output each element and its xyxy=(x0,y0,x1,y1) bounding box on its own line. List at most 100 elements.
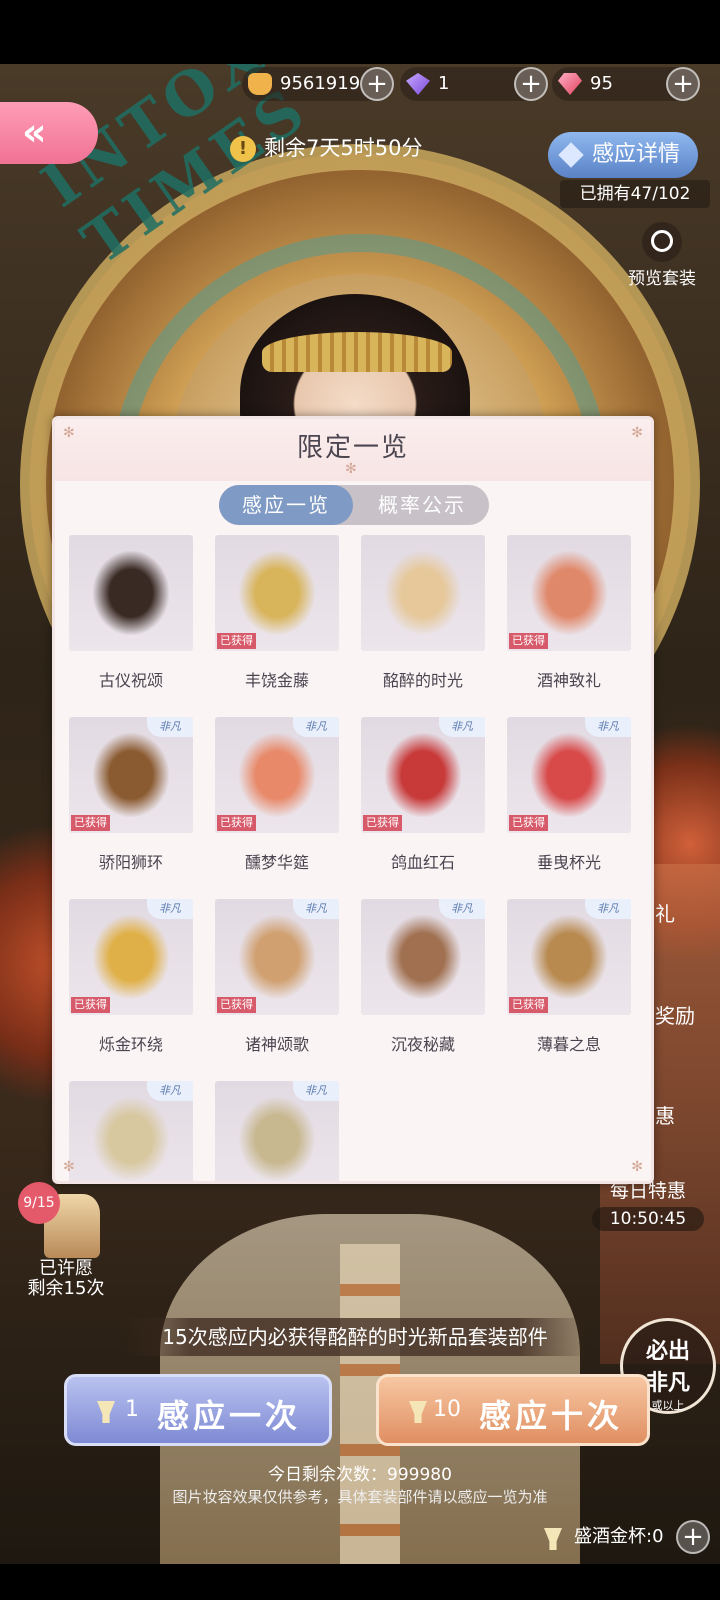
snowflake-icon: ✻ xyxy=(631,1159,643,1175)
obtained-badge: 已获得 xyxy=(71,997,110,1013)
item-frame: 非凡 xyxy=(69,1081,193,1181)
rarity-badge: 非凡 xyxy=(147,717,193,737)
snowflake-icon: ✻ xyxy=(345,461,357,477)
rarity-badge: 非凡 xyxy=(293,899,339,919)
preview-outfit-button[interactable]: 预览套装 xyxy=(612,222,712,292)
item-name: 诸神颂歌 xyxy=(244,1035,309,1054)
item-card[interactable]: 非凡沉夜秘藏 xyxy=(361,899,485,1054)
add-gems-button[interactable]: + xyxy=(514,67,548,101)
obtained-badge: 已获得 xyxy=(363,815,402,831)
modal-tabs: 感应一览 概率公示 xyxy=(219,485,489,525)
scepter-icon xyxy=(239,915,315,999)
goblet-icon xyxy=(97,1401,115,1423)
coin-value: 9561919 xyxy=(280,73,361,94)
item-frame: 非凡已获得 xyxy=(507,717,631,833)
side-menu-offer[interactable]: 惠 xyxy=(655,1100,675,1129)
obtained-badge: 已获得 xyxy=(217,633,256,649)
rarity-badge: 非凡 xyxy=(147,1081,193,1101)
item-card[interactable]: 非凡 xyxy=(69,1081,193,1181)
item-frame: 非凡 已获得 xyxy=(215,899,339,1015)
today-remaining: 今日剩余次数：999980 xyxy=(268,1465,452,1485)
daily-deal-button[interactable]: 每日特惠 10:50:45 xyxy=(592,1176,704,1240)
item-frame: 非凡已获得 xyxy=(361,717,485,833)
item-name: 丰饶金藤 xyxy=(244,671,309,690)
item-card[interactable]: 非凡已获得骄阳狮环 xyxy=(69,717,193,872)
obtained-badge: 已获得 xyxy=(71,815,110,831)
diamond-icon xyxy=(558,73,582,95)
guarantee-line1: 必出 xyxy=(645,1339,690,1364)
rarity-badge: 非凡 xyxy=(147,899,193,919)
add-diamonds-button[interactable]: + xyxy=(666,67,700,101)
draw-ten-button[interactable]: 10 感应十次 xyxy=(376,1374,650,1446)
item-card[interactable]: 非凡 已获得 醺梦华筵 xyxy=(215,717,339,872)
item-card[interactable]: 酩醉的时光 xyxy=(361,535,485,690)
snowflake-icon: ✻ xyxy=(63,425,75,441)
event-timer: ! 剩余7天5时50分 xyxy=(230,128,460,168)
obtained-badge: 已获得 xyxy=(509,633,548,649)
hair-icon xyxy=(93,551,169,635)
tab-probability[interactable]: 概率公示 xyxy=(355,485,489,525)
wish-button[interactable]: 9/15 已许愿 剩余15次 xyxy=(14,1182,118,1299)
wish-counter: 9/15 xyxy=(18,1182,60,1224)
item-name: 骄阳狮环 xyxy=(98,853,163,872)
item-card[interactable]: 已获得丰饶金藤 xyxy=(215,535,339,690)
event-detail-button[interactable]: 感应详情 xyxy=(548,132,698,178)
add-goblet-button[interactable]: + xyxy=(676,1520,710,1554)
item-card[interactable]: 非凡 已获得 烁金环绕 xyxy=(69,899,193,1054)
item-name: 薄暮之息 xyxy=(536,1035,601,1054)
item-frame: 非凡已获得 xyxy=(69,899,193,1015)
side-menu-gift[interactable]: 礼 xyxy=(655,898,675,927)
bracelet-icon xyxy=(385,733,461,817)
item-card[interactable]: 非凡 xyxy=(215,1081,339,1181)
item-name: 古仪祝颂 xyxy=(98,671,163,690)
goblet-counter: 盛酒金杯:0 + xyxy=(540,1520,710,1554)
draw-once-button[interactable]: 1 感应一次 xyxy=(64,1374,332,1446)
item-frame: 非凡 已获得 xyxy=(215,717,339,833)
draw-once-label: 感应一次 xyxy=(157,1397,302,1435)
magnifier-icon xyxy=(642,222,682,262)
rarity-badge: 非凡 xyxy=(439,899,485,919)
item-card[interactable]: 非凡已获得鸽血红石 xyxy=(361,717,485,872)
owned-count: 已拥有47/102 xyxy=(560,180,710,208)
item-name: 沉夜秘藏 xyxy=(390,1035,455,1054)
earrings-icon xyxy=(531,733,607,817)
item-card[interactable]: 非凡 已获得诸神颂歌 xyxy=(215,899,339,1054)
vanity-icon xyxy=(93,733,169,817)
draw-ten-label: 感应十次 xyxy=(479,1397,624,1435)
wish-remaining: 剩余15次 xyxy=(27,1278,105,1299)
back-arrow-icon: « xyxy=(22,110,47,154)
item-frame: 非凡 xyxy=(361,899,485,1015)
bangle-icon xyxy=(93,915,169,999)
rarity-badge: 非凡 xyxy=(585,717,631,737)
alert-icon: ! xyxy=(230,136,256,162)
item-card[interactable]: 非凡已获得薄暮之息 xyxy=(507,899,631,1054)
item-frame: 已获得 xyxy=(507,535,631,651)
daily-deal-timer: 10:50:45 xyxy=(592,1207,704,1231)
resource-bar: 9561919 + 1 + 95 + xyxy=(0,64,720,104)
obtained-badge: 已获得 xyxy=(509,997,548,1013)
diamond-shape-icon xyxy=(558,142,584,168)
obtained-badge: 已获得 xyxy=(509,815,548,831)
item-card[interactable]: 古仪祝颂 xyxy=(69,535,193,690)
coin-icon xyxy=(248,73,272,95)
gem-value: 1 xyxy=(438,73,450,94)
item-frame: 非凡 xyxy=(215,1081,339,1181)
item-card[interactable]: 非凡已获得垂曳杯光 xyxy=(507,717,631,872)
back-button[interactable]: « xyxy=(0,102,98,164)
rarity-badge: 非凡 xyxy=(585,899,631,919)
brush-icon xyxy=(239,1097,315,1181)
item-card[interactable]: 已获得 酒神致礼 xyxy=(507,535,631,690)
event-detail-label: 感应详情 xyxy=(592,142,681,167)
obtained-badge: 已获得 xyxy=(217,815,256,831)
mascara-icon xyxy=(93,1097,169,1181)
coin-counter: 9561919 + xyxy=(242,67,394,101)
disclaimer: 图片妆容效果仅供参考，具体套装部件请以感应一览为准 xyxy=(172,1488,548,1506)
item-name: 鸽血红石 xyxy=(390,853,455,872)
limited-items-modal: 限定一览 ✻ ✻ ✻ 感应一览 概率公示 古仪祝颂 已获得 丰饶金藤 酩醉的时光 已获得… xyxy=(52,416,654,1184)
side-menu-reward[interactable]: 奖励 xyxy=(655,1000,695,1029)
tab-draw-list[interactable]: 感应一览 xyxy=(219,485,353,525)
item-name: 垂曳杯光 xyxy=(536,853,601,872)
rarity-badge: 非凡 xyxy=(439,717,485,737)
gem-counter: 1 + xyxy=(400,67,548,101)
add-coins-button[interactable]: + xyxy=(360,67,394,101)
